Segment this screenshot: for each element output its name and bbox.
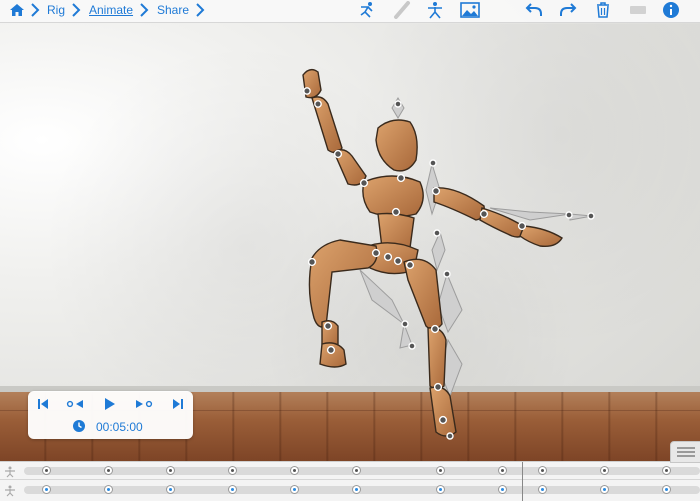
keyframe-marker[interactable] <box>42 485 51 494</box>
keyframe-marker[interactable] <box>228 485 237 494</box>
playback-controls: 00:05:00 <box>28 391 193 439</box>
figure-track-icon <box>2 483 18 499</box>
skip-to-start-icon[interactable] <box>32 395 54 413</box>
joint-left-shoulder <box>359 178 369 188</box>
timeline-playhead[interactable] <box>522 462 523 501</box>
undo-icon[interactable] <box>523 0 545 20</box>
chevron-right-icon <box>30 2 40 23</box>
keyframe-marker[interactable] <box>166 485 175 494</box>
keyframe-marker[interactable] <box>104 466 113 475</box>
joint-left-knee <box>323 321 333 331</box>
keyframe-timeline[interactable] <box>0 461 700 501</box>
joint-left-knee-top <box>307 257 317 267</box>
chevron-right-icon <box>71 2 81 23</box>
figure-track-icon <box>2 464 18 480</box>
bone-icon[interactable] <box>391 0 413 20</box>
joint-right-ankle <box>433 382 443 392</box>
joint-right-fingers <box>565 211 573 219</box>
joint-right-tip-toe <box>446 432 454 440</box>
joint-ghost-knee <box>401 320 409 328</box>
joint-pelvis <box>383 252 393 262</box>
redo-icon[interactable] <box>557 0 579 20</box>
joint-right-tip <box>587 212 595 220</box>
joint-ghost-ankle <box>408 342 416 350</box>
joint-neck <box>396 173 406 183</box>
joint-left-ankle <box>326 345 336 355</box>
keyframe-marker[interactable] <box>662 466 671 475</box>
keyframe-marker[interactable] <box>42 466 51 475</box>
keyframe-marker[interactable] <box>538 466 547 475</box>
keyframe-marker[interactable] <box>436 485 445 494</box>
joint-right-knee-ghost <box>443 270 451 278</box>
joint-right-wrist <box>517 221 527 231</box>
breadcrumb-animate[interactable]: Animate <box>89 2 133 18</box>
keyboard-icon[interactable] <box>627 0 649 20</box>
joint-head-top <box>394 100 402 108</box>
breadcrumb-share[interactable]: Share <box>157 2 189 18</box>
joint-right-hip <box>405 260 415 270</box>
joint-right-knee <box>430 324 440 334</box>
next-keyframe-icon[interactable] <box>132 395 154 413</box>
joint-right-elbow <box>479 209 489 219</box>
keyframe-marker[interactable] <box>352 466 361 475</box>
joint-right-shoulder <box>431 186 441 196</box>
breadcrumb-rig[interactable]: Rig <box>47 2 65 18</box>
home-icon[interactable] <box>6 0 28 20</box>
keyframe-marker[interactable] <box>436 466 445 475</box>
joint-right-clavicle <box>429 159 437 167</box>
keyframe-marker[interactable] <box>228 466 237 475</box>
chevron-right-icon <box>195 2 205 23</box>
keyframe-marker[interactable] <box>166 466 175 475</box>
keyframe-marker[interactable] <box>662 485 671 494</box>
joint-helper <box>433 229 441 237</box>
keyframe-marker[interactable] <box>104 485 113 494</box>
joint-left-hip <box>371 248 381 258</box>
trash-icon[interactable] <box>592 0 614 20</box>
joint-right-toe <box>438 415 448 425</box>
chevron-right-icon <box>139 2 149 23</box>
keyframe-marker[interactable] <box>290 466 299 475</box>
clock-icon <box>72 419 86 438</box>
joint-pelvis-2 <box>393 256 403 266</box>
keyframe-marker[interactable] <box>498 485 507 494</box>
keyframe-marker[interactable] <box>538 485 547 494</box>
playback-time[interactable]: 00:05:00 <box>96 420 143 434</box>
skip-to-end-icon[interactable] <box>167 395 189 413</box>
timeline-track[interactable] <box>24 467 700 475</box>
previous-keyframe-icon[interactable] <box>65 395 87 413</box>
keyframe-marker[interactable] <box>352 485 361 494</box>
joint-left-elbow <box>333 149 343 159</box>
keyframe-marker[interactable] <box>600 466 609 475</box>
joint-left-wrist <box>314 100 322 108</box>
timeline-divider <box>0 479 700 480</box>
keyframe-marker[interactable] <box>498 466 507 475</box>
figure-icon[interactable] <box>424 0 446 20</box>
info-icon[interactable] <box>660 0 682 20</box>
joint-left-hand <box>303 87 311 95</box>
play-button[interactable] <box>99 395 121 413</box>
timeline-track[interactable] <box>24 486 700 494</box>
top-toolbar: Rig Animate Share <box>0 0 700 23</box>
joint-spine <box>391 207 401 217</box>
keyframe-marker[interactable] <box>290 485 299 494</box>
image-icon[interactable] <box>459 0 481 20</box>
timeline-drag-handle[interactable] <box>670 441 700 463</box>
keyframe-marker[interactable] <box>600 485 609 494</box>
pose-select-icon[interactable] <box>356 0 378 20</box>
